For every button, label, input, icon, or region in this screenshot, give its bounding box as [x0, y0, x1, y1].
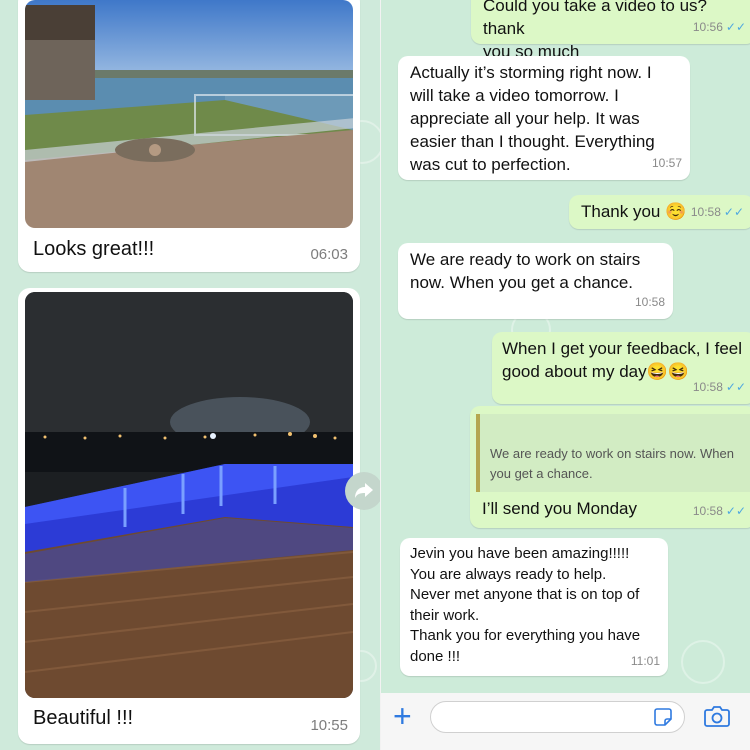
- sticker-icon[interactable]: [654, 708, 672, 726]
- message-text: I’ll send you Monday: [482, 499, 637, 518]
- message-text: We are ready to work on stairs now. When…: [410, 250, 641, 292]
- message-time-row: 10:58 ✓✓: [693, 376, 746, 399]
- message-input[interactable]: [430, 701, 685, 733]
- chat-message-outgoing[interactable]: When I get your feedback, I feel good ab…: [492, 332, 750, 404]
- chat-message-incoming[interactable]: Actually it’s storming right now. I will…: [398, 56, 690, 180]
- chat-message-incoming[interactable]: Jevin you have been amazing!!!!! You are…: [400, 538, 668, 676]
- double-check-icon: ✓✓: [723, 205, 744, 219]
- message-time: 10:58: [692, 380, 723, 394]
- message-text: Jevin you have been amazing!!!!! You are…: [410, 545, 641, 665]
- image-caption: Looks great!!!: [33, 238, 155, 260]
- image-message[interactable]: Beautiful !!! 10:55: [18, 288, 360, 744]
- message-time: 10:55: [310, 717, 348, 734]
- lake-deck-photo[interactable]: [25, 0, 353, 228]
- quoted-message[interactable]: We are ready to work on stairs now. When…: [476, 414, 750, 492]
- message-time: 10:58: [692, 504, 723, 518]
- forward-button[interactable]: [345, 472, 383, 510]
- deck-night-photo[interactable]: [25, 292, 353, 698]
- message-time: 10:57: [651, 156, 682, 170]
- message-time-row: 10:58 ✓✓: [691, 201, 744, 224]
- message-text: Actually it’s storming right now. I will…: [410, 63, 655, 174]
- message-time-row: 10:58 ✓✓: [693, 500, 746, 523]
- forward-arrow-icon: [355, 483, 373, 498]
- plus-icon[interactable]: +: [393, 700, 412, 732]
- chat-message-incoming[interactable]: We are ready to work on stairs now. When…: [398, 243, 673, 319]
- message-time: 10:58: [634, 295, 665, 309]
- message-time-row: 10:56 ✓✓: [693, 16, 746, 39]
- double-check-icon: ✓✓: [725, 20, 746, 34]
- double-check-icon: ✓✓: [725, 504, 746, 518]
- image-message[interactable]: Looks great!!! 06:03: [18, 0, 360, 272]
- camera-icon[interactable]: [704, 705, 730, 727]
- left-chat-panel: Looks great!!! 06:03 Beautiful !!! 10:55: [0, 0, 380, 750]
- message-time: 11:01: [630, 653, 660, 668]
- wallpaper-doodle: [681, 640, 725, 684]
- message-time: 10:58: [690, 205, 721, 219]
- message-time: 10:56: [692, 20, 723, 34]
- image-caption: Beautiful !!!: [33, 707, 134, 729]
- chat-message-outgoing[interactable]: Could you take a video to us? thank you …: [471, 0, 750, 61]
- chat-message-outgoing[interactable]: Thank you ☺️ 10:58 ✓✓: [569, 195, 750, 229]
- double-check-icon: ✓✓: [725, 380, 746, 394]
- message-time: 06:03: [310, 246, 348, 263]
